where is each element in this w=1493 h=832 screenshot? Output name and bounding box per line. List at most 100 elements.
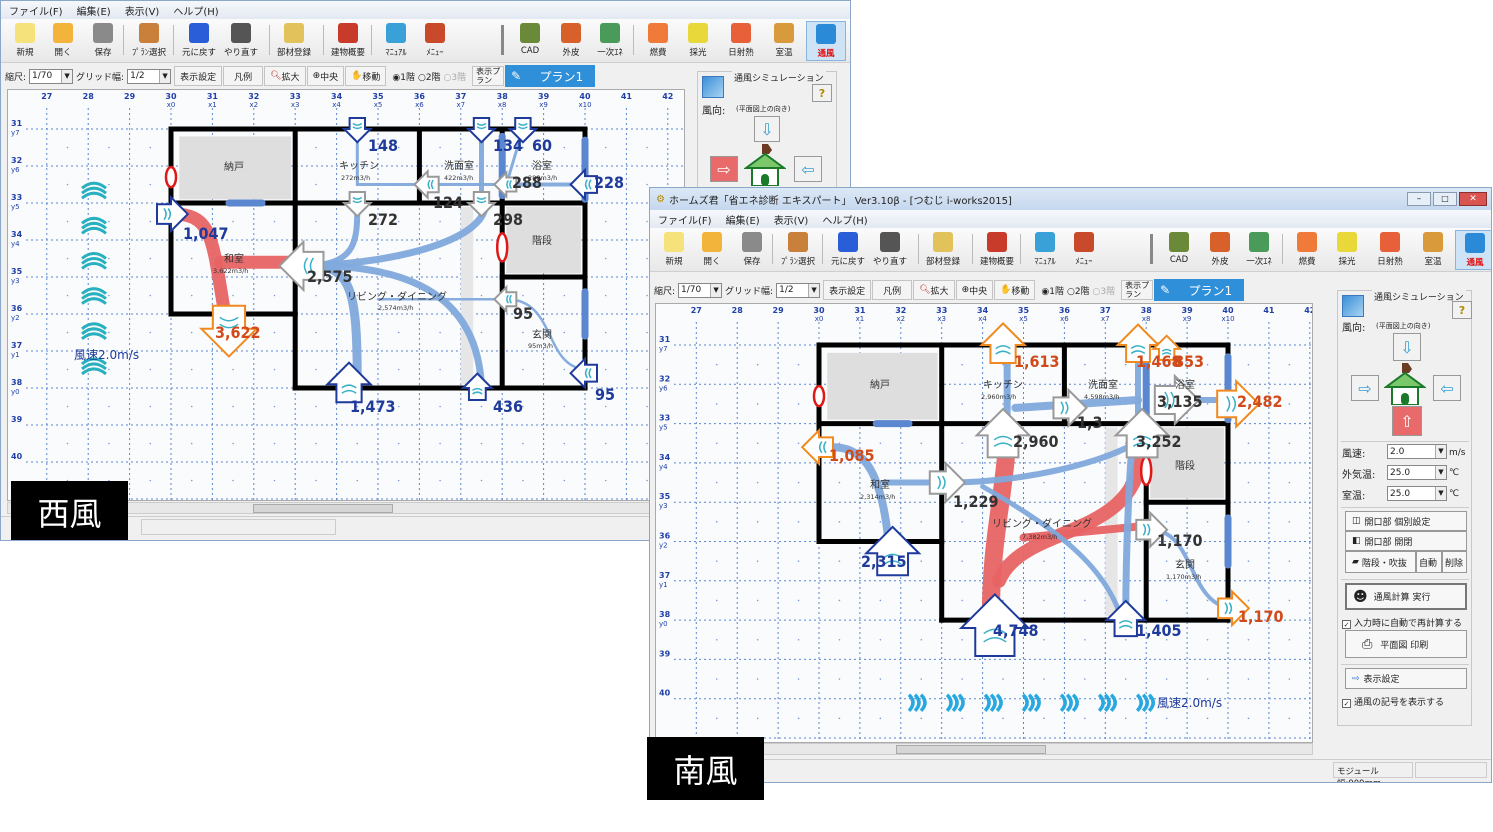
- menu-help[interactable]: ヘルプ(H): [173, 3, 218, 18]
- toolbar-button-3[interactable]: ﾌﾟﾗﾝ選択: [129, 21, 169, 58]
- wind-speed-select[interactable]: 2.0 ▼: [1387, 444, 1447, 459]
- toolbar-button-5[interactable]: やり直す: [870, 230, 910, 267]
- move-button[interactable]: ✋ 移動: [994, 280, 1036, 300]
- toolbar-button-14[interactable]: 採光: [678, 21, 718, 58]
- toolbar-button-5[interactable]: やり直す: [221, 21, 261, 58]
- toolbar-button-16[interactable]: 室温: [764, 21, 804, 58]
- toolbar-button-4[interactable]: 元に戻す: [179, 21, 219, 58]
- floor1-radio[interactable]: ◉1階: [392, 70, 415, 83]
- close-button[interactable]: ✕: [1459, 192, 1487, 206]
- display-settings-button[interactable]: 表示設定: [823, 280, 872, 300]
- plan-selector-button[interactable]: ✎ プラン1: [1154, 279, 1245, 301]
- wind-south-button[interactable]: ⇧: [1392, 406, 1422, 436]
- daylight-icon: [688, 23, 708, 43]
- view-settings-button[interactable]: ⇨ 表示設定: [1345, 668, 1467, 689]
- toolbar-button-2[interactable]: 保存: [732, 230, 772, 267]
- toolbar-button-3[interactable]: ﾌﾟﾗﾝ選択: [778, 230, 818, 267]
- toolbar-button-14[interactable]: 採光: [1327, 230, 1367, 267]
- toolbar-button-17[interactable]: 通風: [1455, 230, 1491, 270]
- grid-dot: [356, 479, 359, 482]
- toolbar-button-0[interactable]: 新規: [5, 21, 45, 58]
- wind-chevron-icon: [907, 693, 915, 713]
- grid-dot: [480, 331, 483, 334]
- toolbar-button-0[interactable]: 新規: [654, 230, 694, 267]
- floor-plan-canvas[interactable]: 27 28 29 30 31 32 33 34 35 36 37 38 39 40 41 42 x0 x1 x2 x3…: [655, 303, 1313, 743]
- center-button[interactable]: ⊕ 中央: [955, 280, 994, 300]
- toolbar-button-10[interactable]: CAD: [1159, 230, 1199, 265]
- delete-button[interactable]: 削除: [1442, 551, 1467, 573]
- floor3-radio[interactable]: ○3階: [1093, 284, 1116, 297]
- toolbar-button-6[interactable]: 部材登録: [274, 21, 314, 58]
- move-button[interactable]: ✋ 移動: [345, 66, 387, 86]
- grid-select[interactable]: 1/2 ▼: [776, 282, 821, 298]
- toolbar-button-17[interactable]: 通風: [806, 21, 846, 61]
- wind-west-button[interactable]: ⇨: [1351, 375, 1379, 401]
- wind-west-button[interactable]: ⇨: [710, 156, 738, 182]
- auto-recalc-checkbox[interactable]: ✓ 入力時に自動で再計算する: [1342, 616, 1462, 629]
- legend-button[interactable]: 凡例: [223, 66, 264, 86]
- menu-edit[interactable]: 編集(E): [77, 3, 111, 18]
- legend-button[interactable]: 凡例: [872, 280, 913, 300]
- menu-file[interactable]: ファイル(F): [9, 3, 63, 18]
- menu-file[interactable]: ファイル(F): [658, 212, 712, 227]
- toolbar-button-12[interactable]: 一次ｴﾈ: [1239, 230, 1279, 267]
- toolbar-button-8[interactable]: ﾏﾆｭｱﾙ: [1025, 230, 1065, 267]
- toolbar-button-6[interactable]: 部材登録: [923, 230, 963, 267]
- toolbar-button-13[interactable]: 燃費: [638, 21, 678, 58]
- grid-select[interactable]: 1/2 ▼: [127, 68, 172, 84]
- toolbar-button-13[interactable]: 燃費: [1287, 230, 1327, 267]
- toolbar-button-7[interactable]: 建物概要: [977, 230, 1017, 267]
- floor2-radio[interactable]: ○2階: [1067, 284, 1090, 297]
- wind-north-button[interactable]: ⇩: [1393, 333, 1421, 361]
- toolbar-button-9[interactable]: ﾒﾆｭｰ: [415, 21, 455, 58]
- menu-help[interactable]: ヘルプ(H): [822, 212, 867, 227]
- scale-select[interactable]: 1/70 ▼: [678, 282, 723, 298]
- toolbar-button-7[interactable]: 建物概要: [328, 21, 368, 58]
- auto-button[interactable]: 自動: [1416, 551, 1442, 573]
- opening-individual-button[interactable]: ◫ 開口部 個別設定: [1345, 511, 1467, 531]
- toolbar-button-1[interactable]: 開く: [692, 230, 732, 267]
- floor3-radio[interactable]: ○3階: [444, 70, 467, 83]
- zoom-button[interactable]: 🔍︎ 拡大: [913, 280, 955, 300]
- toolbar-button-4[interactable]: 元に戻す: [828, 230, 868, 267]
- toolbar-button-9[interactable]: ﾒﾆｭｰ: [1064, 230, 1104, 267]
- wind-east-button[interactable]: ⇦: [1433, 375, 1461, 401]
- maximize-button[interactable]: □: [1433, 192, 1457, 206]
- room-temp-select[interactable]: 25.0 ▼: [1387, 486, 1447, 501]
- plan-selector-button[interactable]: ✎ プラン1: [505, 65, 596, 87]
- floor2-radio[interactable]: ○2階: [418, 70, 441, 83]
- floor-plan-canvas[interactable]: 27 28 29 30 31 32 33 34 35 36 37 38 39 40 41 42 x0 x1 x2 x3…: [7, 89, 685, 501]
- menu-view[interactable]: 表示(V): [774, 212, 809, 227]
- toolbar-button-8[interactable]: ﾏﾆｭｱﾙ: [376, 21, 416, 58]
- help-button[interactable]: ?: [812, 84, 832, 102]
- scale-select[interactable]: 1/70 ▼: [29, 68, 74, 84]
- main-toolbar: 新規 開く 保存 ﾌﾟﾗﾝ選択 元に戻す やり直す 部材登録 建物概要 ﾏﾆｭｱﾙ ﾒﾆｭｰ CAD…: [1, 19, 850, 63]
- menu-view[interactable]: 表示(V): [125, 3, 160, 18]
- stairs-button[interactable]: ▰ 階段・吹抜: [1345, 551, 1416, 573]
- opening-toggle-button[interactable]: ◧ 開口部 開閉: [1345, 531, 1467, 551]
- run-calculation-button[interactable]: ☻ 通風計算 実行: [1345, 583, 1467, 610]
- wind-east-button[interactable]: ⇦: [794, 156, 822, 182]
- zoom-button[interactable]: 🔍︎ 拡大: [264, 66, 306, 86]
- grid-dot: [108, 331, 110, 334]
- toolbar-button-11[interactable]: 外皮: [551, 21, 591, 58]
- outdoor-temp-select[interactable]: 25.0 ▼: [1387, 465, 1447, 480]
- toolbar-button-10[interactable]: CAD: [510, 21, 550, 56]
- toolbar-button-15[interactable]: 日射熱: [1370, 230, 1410, 267]
- grid-row-label: 35: [11, 267, 23, 276]
- display-settings-button[interactable]: 表示設定: [174, 66, 223, 86]
- floor1-radio[interactable]: ◉1階: [1041, 284, 1064, 297]
- toolbar-button-15[interactable]: 日射熱: [721, 21, 761, 58]
- toolbar-button-11[interactable]: 外皮: [1200, 230, 1240, 267]
- print-plan-button[interactable]: ⎙ 平面図 印刷: [1345, 630, 1467, 658]
- toolbar-button-16[interactable]: 室温: [1413, 230, 1453, 267]
- menu-edit[interactable]: 編集(E): [726, 212, 760, 227]
- show-symbols-checkbox[interactable]: ✓ 通風の記号を表示する: [1342, 695, 1444, 708]
- center-button[interactable]: ⊕ 中央: [306, 66, 345, 86]
- minimize-button[interactable]: –: [1407, 192, 1431, 206]
- help-button[interactable]: ?: [1452, 301, 1472, 319]
- toolbar-button-12[interactable]: 一次ｴﾈ: [590, 21, 630, 58]
- toolbar-button-1[interactable]: 開く: [43, 21, 83, 58]
- wind-north-button[interactable]: ⇩: [754, 116, 780, 142]
- toolbar-button-2[interactable]: 保存: [83, 21, 123, 58]
